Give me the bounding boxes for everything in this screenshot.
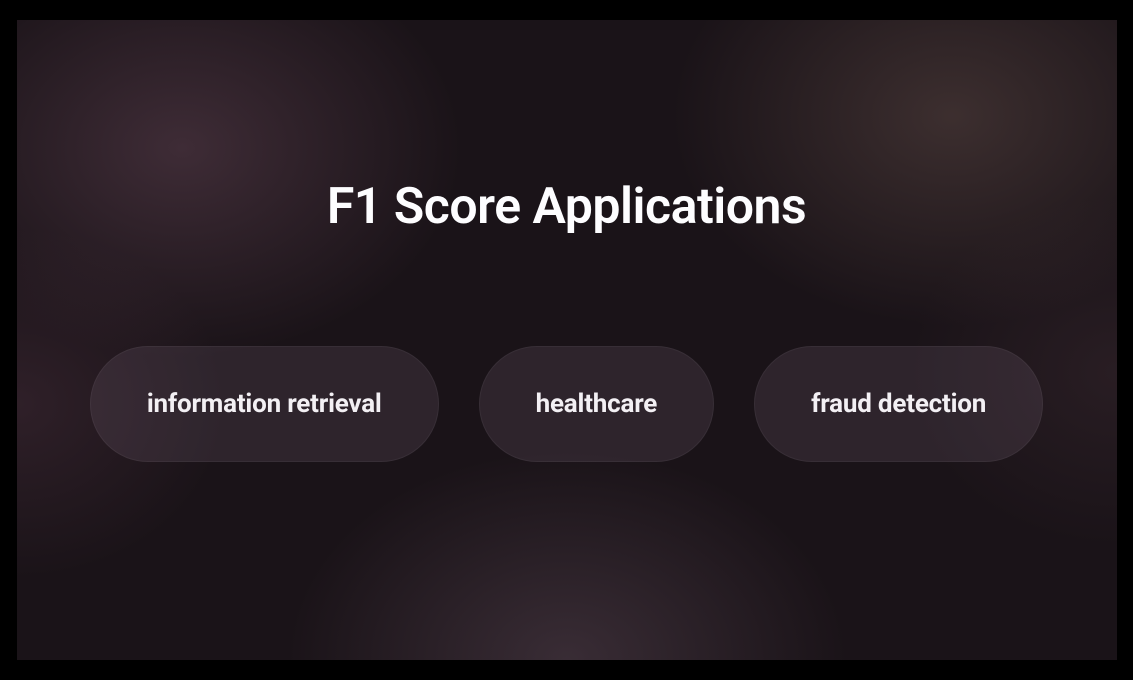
pill-healthcare: healthcare <box>479 346 715 462</box>
pill-information-retrieval: information retrieval <box>90 346 439 462</box>
pill-fraud-detection: fraud detection <box>754 346 1043 462</box>
slide-container: F1 Score Applications information retrie… <box>17 20 1117 660</box>
slide-title: F1 Score Applications <box>327 178 806 236</box>
pill-row: information retrieval healthcare fraud d… <box>90 346 1043 462</box>
